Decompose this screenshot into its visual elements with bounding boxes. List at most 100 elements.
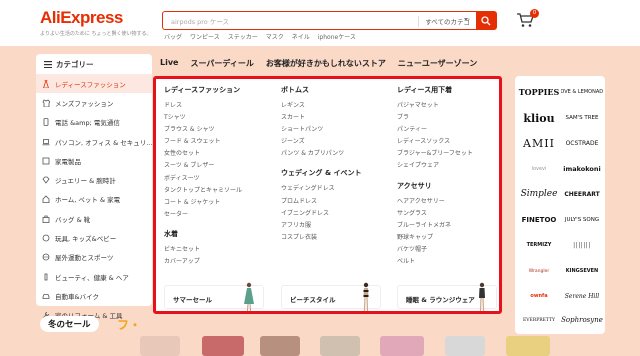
subcategory-link[interactable]: パンツ & カプリパンツ xyxy=(281,148,391,160)
subcategory-link[interactable]: 野球キャップ xyxy=(397,232,507,244)
subcategory-link[interactable]: カバーアップ xyxy=(164,256,274,268)
sidebar-item-phones[interactable]: 電話 &amp; 電気通信 xyxy=(36,113,152,132)
subcategory-link[interactable]: パンティー xyxy=(397,124,507,136)
nav-live[interactable]: Live xyxy=(160,58,178,69)
column-heading[interactable]: レディース用下着 xyxy=(397,85,507,95)
product-thumbnail[interactable] xyxy=(320,336,360,356)
subcategory-link[interactable]: ブラウス & シャツ xyxy=(164,124,274,136)
sidebar-item-toys[interactable]: 玩具, キッズ&ベビー xyxy=(36,228,152,247)
subcategory-link[interactable]: スーツ & ブレザー xyxy=(164,160,274,172)
sidebar-item-jewelry[interactable]: ジュエリー & 腕時計 xyxy=(36,170,152,189)
subcategory-link[interactable]: アフリカ服 xyxy=(281,220,391,232)
winter-sale-banner[interactable]: 冬のセール xyxy=(40,316,99,332)
brand-logo[interactable]: OCSTRADE xyxy=(561,133,603,153)
subcategory-link[interactable]: ビキニセット xyxy=(164,244,274,256)
column-heading[interactable]: 水着 xyxy=(164,229,274,239)
sidebar-item-womens-fashion[interactable]: レディースファッション xyxy=(36,74,152,94)
brand-logo[interactable]: AMII xyxy=(518,133,560,153)
sidebar-item-sports[interactable]: 屋外運動とスポーツ xyxy=(36,248,152,267)
subcategory-link[interactable]: Tシャツ xyxy=(164,112,274,124)
brand-logo[interactable]: kliou xyxy=(518,108,560,128)
subcategory-link[interactable]: 女性のセット xyxy=(164,148,274,160)
promo-label: ビーチスタイル xyxy=(290,296,336,304)
brand-logo[interactable]: Simplee xyxy=(518,184,560,204)
subcategory-link[interactable]: ブラ xyxy=(397,112,507,124)
quick-link[interactable]: バッグ xyxy=(164,32,182,41)
brand-logo[interactable]: ||||||| xyxy=(561,235,603,255)
product-thumbnail[interactable] xyxy=(202,336,244,356)
brand-logo[interactable]: FINETOO xyxy=(518,210,560,230)
subcategory-link[interactable]: サングラス xyxy=(397,208,507,220)
subcategory-link[interactable]: コート & ジャケット xyxy=(164,197,274,209)
brand-logo[interactable]: Sophrosyne xyxy=(561,310,603,330)
subcategory-link[interactable]: ジーンズ xyxy=(281,136,391,148)
subcategory-link[interactable]: ショートパンツ xyxy=(281,124,391,136)
subcategory-link[interactable]: レディースソックス xyxy=(397,136,507,148)
nav-recommended-stores[interactable]: お客様が好きかもしれないストア xyxy=(266,58,386,69)
subcategory-link[interactable]: ドレス xyxy=(164,100,274,112)
product-thumbnail[interactable] xyxy=(445,336,485,356)
search-button[interactable] xyxy=(476,12,496,29)
sidebar-item-home[interactable]: ホーム, ペット & 家電 xyxy=(36,190,152,209)
quick-link[interactable]: ネイル xyxy=(292,32,310,41)
sidebar-item-mens-fashion[interactable]: メンズファッション xyxy=(36,93,152,112)
subcategory-link[interactable]: セーター xyxy=(164,209,274,221)
quick-link[interactable]: マスク xyxy=(266,32,284,41)
subcategory-link[interactable]: コスプレ衣装 xyxy=(281,232,391,244)
subcategory-link[interactable]: シェイプウェア xyxy=(397,160,507,172)
sidebar-item-computers[interactable]: パソコン, オフィス & セキュリ... xyxy=(36,132,152,151)
subcategory-link[interactable]: バケツ帽子 xyxy=(397,244,507,256)
brand-logo[interactable]: Serene Hill xyxy=(561,286,603,306)
sidebar-item-appliances[interactable]: 家電製品 xyxy=(36,151,152,170)
subcategory-link[interactable]: ヘアアクセサリー xyxy=(397,196,507,208)
brand-logo[interactable]: TERMIZY xyxy=(518,235,560,255)
brand-logo[interactable]: ownfa xyxy=(518,286,560,306)
sidebar-item-automotive[interactable]: 自動車&バイク xyxy=(36,286,152,305)
subcategory-link[interactable]: レギンス xyxy=(281,100,391,112)
brand-logo[interactable]: lovevi xyxy=(518,159,560,179)
subcategory-link[interactable]: スカート xyxy=(281,112,391,124)
brand-logo[interactable]: EVERPRETTY xyxy=(518,310,560,330)
subcategory-link[interactable]: プロムドレス xyxy=(281,196,391,208)
column-heading[interactable]: ボトムス xyxy=(281,85,391,95)
subcategory-link[interactable]: ベルト xyxy=(397,256,507,268)
subcategory-link[interactable]: ボディスーツ xyxy=(164,173,274,185)
main-nav: Live スーパーディール お客様が好きかもしれないストア ニューユーザーゾーン xyxy=(160,58,477,69)
subcategory-link[interactable]: ブルーライトメガネ xyxy=(397,220,507,232)
subcategory-link[interactable]: フード & スウェット xyxy=(164,136,274,148)
promo-card-sleepwear[interactable]: 睡眠 & ラウンジウェア xyxy=(397,282,497,312)
brand-logo[interactable]: SAM'S TREE xyxy=(561,108,603,128)
column-heading[interactable]: アクセサリ xyxy=(397,181,507,191)
product-thumbnail[interactable] xyxy=(380,336,424,356)
promo-card-beach-style[interactable]: ビーチスタイル xyxy=(281,282,381,312)
brand-logo[interactable]: JULY'S SONG xyxy=(561,210,603,230)
product-thumbnail[interactable] xyxy=(260,336,300,356)
subcategory-link[interactable]: ウェディングドレス xyxy=(281,183,391,195)
nav-new-user-zone[interactable]: ニューユーザーゾーン xyxy=(398,58,477,69)
brand-logo[interactable]: KINGSEVEN xyxy=(561,261,603,281)
search-input[interactable]: airpods pro ケース xyxy=(171,16,229,26)
brand-logo[interactable]: imakokoni xyxy=(561,159,603,179)
column-heading[interactable]: レディースファッション xyxy=(164,85,274,95)
subcategory-link[interactable]: タンクトップとキャミソール xyxy=(164,185,274,197)
quick-link[interactable]: ステッカー xyxy=(228,32,258,41)
search-category-select[interactable]: すべてのカテゴ xyxy=(418,16,470,27)
nav-super-deal[interactable]: スーパーディール xyxy=(190,58,253,69)
sidebar-item-beauty[interactable]: ビューティ、健康 & ヘア xyxy=(36,267,152,286)
promo-card-summer-sale[interactable]: サマーセール xyxy=(164,282,264,312)
brand-logo[interactable]: CHEERART xyxy=(561,184,603,204)
subcategory-link[interactable]: パジャマセット xyxy=(397,100,507,112)
brand-logo[interactable]: LOVE & LEMONADE xyxy=(561,82,603,102)
sidebar-item-bags[interactable]: バッグ & 靴 xyxy=(36,209,152,228)
product-thumbnail[interactable] xyxy=(506,336,550,356)
product-thumbnail[interactable] xyxy=(140,336,180,356)
quick-link[interactable]: ワンピース xyxy=(190,32,220,41)
column-heading[interactable]: ウェディング & イベント xyxy=(281,168,391,178)
category-sidebar: カテゴリー レディースファッション メンズファッション 電話 &amp; 電気通… xyxy=(36,54,152,320)
aliexpress-logo[interactable]: AliExpress xyxy=(40,8,123,28)
quick-link[interactable]: iphoneケース xyxy=(318,32,356,41)
subcategory-link[interactable]: ブラジャー&ブリーフセット xyxy=(397,148,507,160)
subcategory-link[interactable]: イブニングドレス xyxy=(281,208,391,220)
brand-logo[interactable]: Wrangler xyxy=(518,261,560,281)
brand-logo[interactable]: TOPPIES xyxy=(518,82,560,102)
